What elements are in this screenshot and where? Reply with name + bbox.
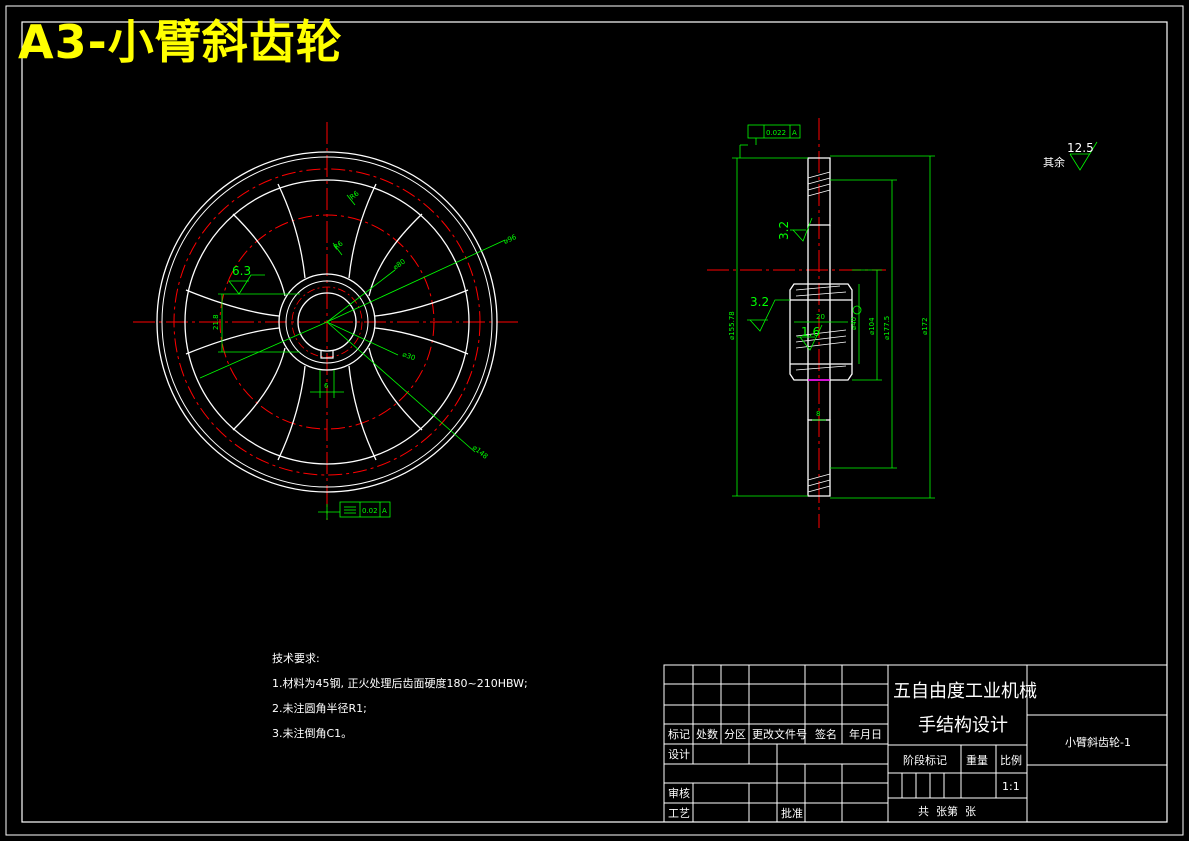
outer-border <box>5 5 1184 836</box>
tb-sheets: 共 张第 张 <box>918 804 976 818</box>
dim-phi172: ⌀172 <box>921 317 929 335</box>
tb-ratio-value: 1:1 <box>1002 780 1020 793</box>
roughness-3-2-top: 3.2 <box>777 221 791 240</box>
tb-header-zone: 分区 <box>724 728 746 741</box>
dim-phi96: ⌀96 <box>502 233 518 246</box>
tech-requirement-item: 3.未注倒角C1。 <box>272 727 353 740</box>
tb-header-mark: 标记 <box>668 727 690 741</box>
tolerance-datum-left: A <box>382 507 387 515</box>
gear-front-view: R6 R6 ⌀96 ⌀80 ⌀30 ⌀148 21.8 6 6.3 0.02 A <box>133 122 522 520</box>
tb-part-name: 小臂斜齿轮-1 <box>1065 735 1131 749</box>
general-roughness-value: 12.5 <box>1067 141 1094 155</box>
tb-role-review: 审核 <box>668 786 690 800</box>
tech-requirements: 技术要求: 1.材料为45钢, 正火处理后齿面硬度180~210HBW; 2.未… <box>272 646 528 746</box>
inner-border <box>21 21 1168 823</box>
tb-role-approve: 批准 <box>781 806 803 820</box>
roughness-3-2-hub: 3.2 <box>750 295 769 309</box>
tb-role-design: 设计 <box>668 748 690 761</box>
dim-phi177-5: ⌀177.5 <box>883 316 891 340</box>
roughness-6-3: 6.3 <box>232 264 251 278</box>
dim-phi148: ⌀148 <box>471 443 490 460</box>
tech-requirement-item: 2.未注圆角半径R1; <box>272 702 367 715</box>
general-roughness-label: 其余 <box>1043 155 1065 169</box>
tech-requirements-heading: 技术要求: <box>272 652 320 665</box>
drawing-sheet: R6 R6 ⌀96 ⌀80 ⌀30 ⌀148 21.8 6 6.3 0.02 A <box>5 5 1184 836</box>
dim-phi40: ⌀40 <box>850 317 858 330</box>
tb-header-sign: 签名 <box>815 727 837 741</box>
tolerance-value-right: 0.022 <box>766 129 786 137</box>
dim-6: 6 <box>324 382 329 390</box>
roughness-1-6: 1.6 <box>801 325 820 339</box>
tb-ratio-label: 比例 <box>1000 753 1022 767</box>
dim-phi80: ⌀80 <box>392 258 407 272</box>
dim-20: 20 <box>816 313 825 321</box>
dim-phi155-78: ⌀155.78 <box>728 311 736 340</box>
gear-section-view: 0.022 A 3.2 3.2 1.6 ⌀155.78 ⌀177.5 ⌀172 … <box>707 118 1098 528</box>
tb-stage-mark: 阶段标记 <box>903 753 947 767</box>
tb-header-count: 处数 <box>696 728 718 741</box>
tb-weight: 重量 <box>966 753 988 767</box>
dim-r6-top: R6 <box>348 189 361 201</box>
dim-21-8: 21.8 <box>212 314 220 330</box>
tolerance-value-left: 0.02 <box>362 507 378 515</box>
page-title: A3-小臂斜齿轮 <box>18 15 343 69</box>
tech-requirement-item: 1.材料为45钢, 正火处理后齿面硬度180~210HBW; <box>272 677 528 690</box>
dim-r6-hub: R6 <box>332 239 345 251</box>
tb-project-line2: 手结构设计 <box>918 715 1008 736</box>
tb-role-process: 工艺 <box>668 807 690 820</box>
tb-header-doc: 更改文件号 <box>752 727 807 741</box>
tb-project-line1: 五自由度工业机械 <box>893 681 1037 702</box>
dim-phi104: ⌀104 <box>868 317 876 335</box>
tolerance-datum-right: A <box>792 129 797 137</box>
dim-phi30: ⌀30 <box>401 350 416 362</box>
dim-8: 8 <box>816 410 820 418</box>
tb-header-date: 年月日 <box>849 727 882 741</box>
